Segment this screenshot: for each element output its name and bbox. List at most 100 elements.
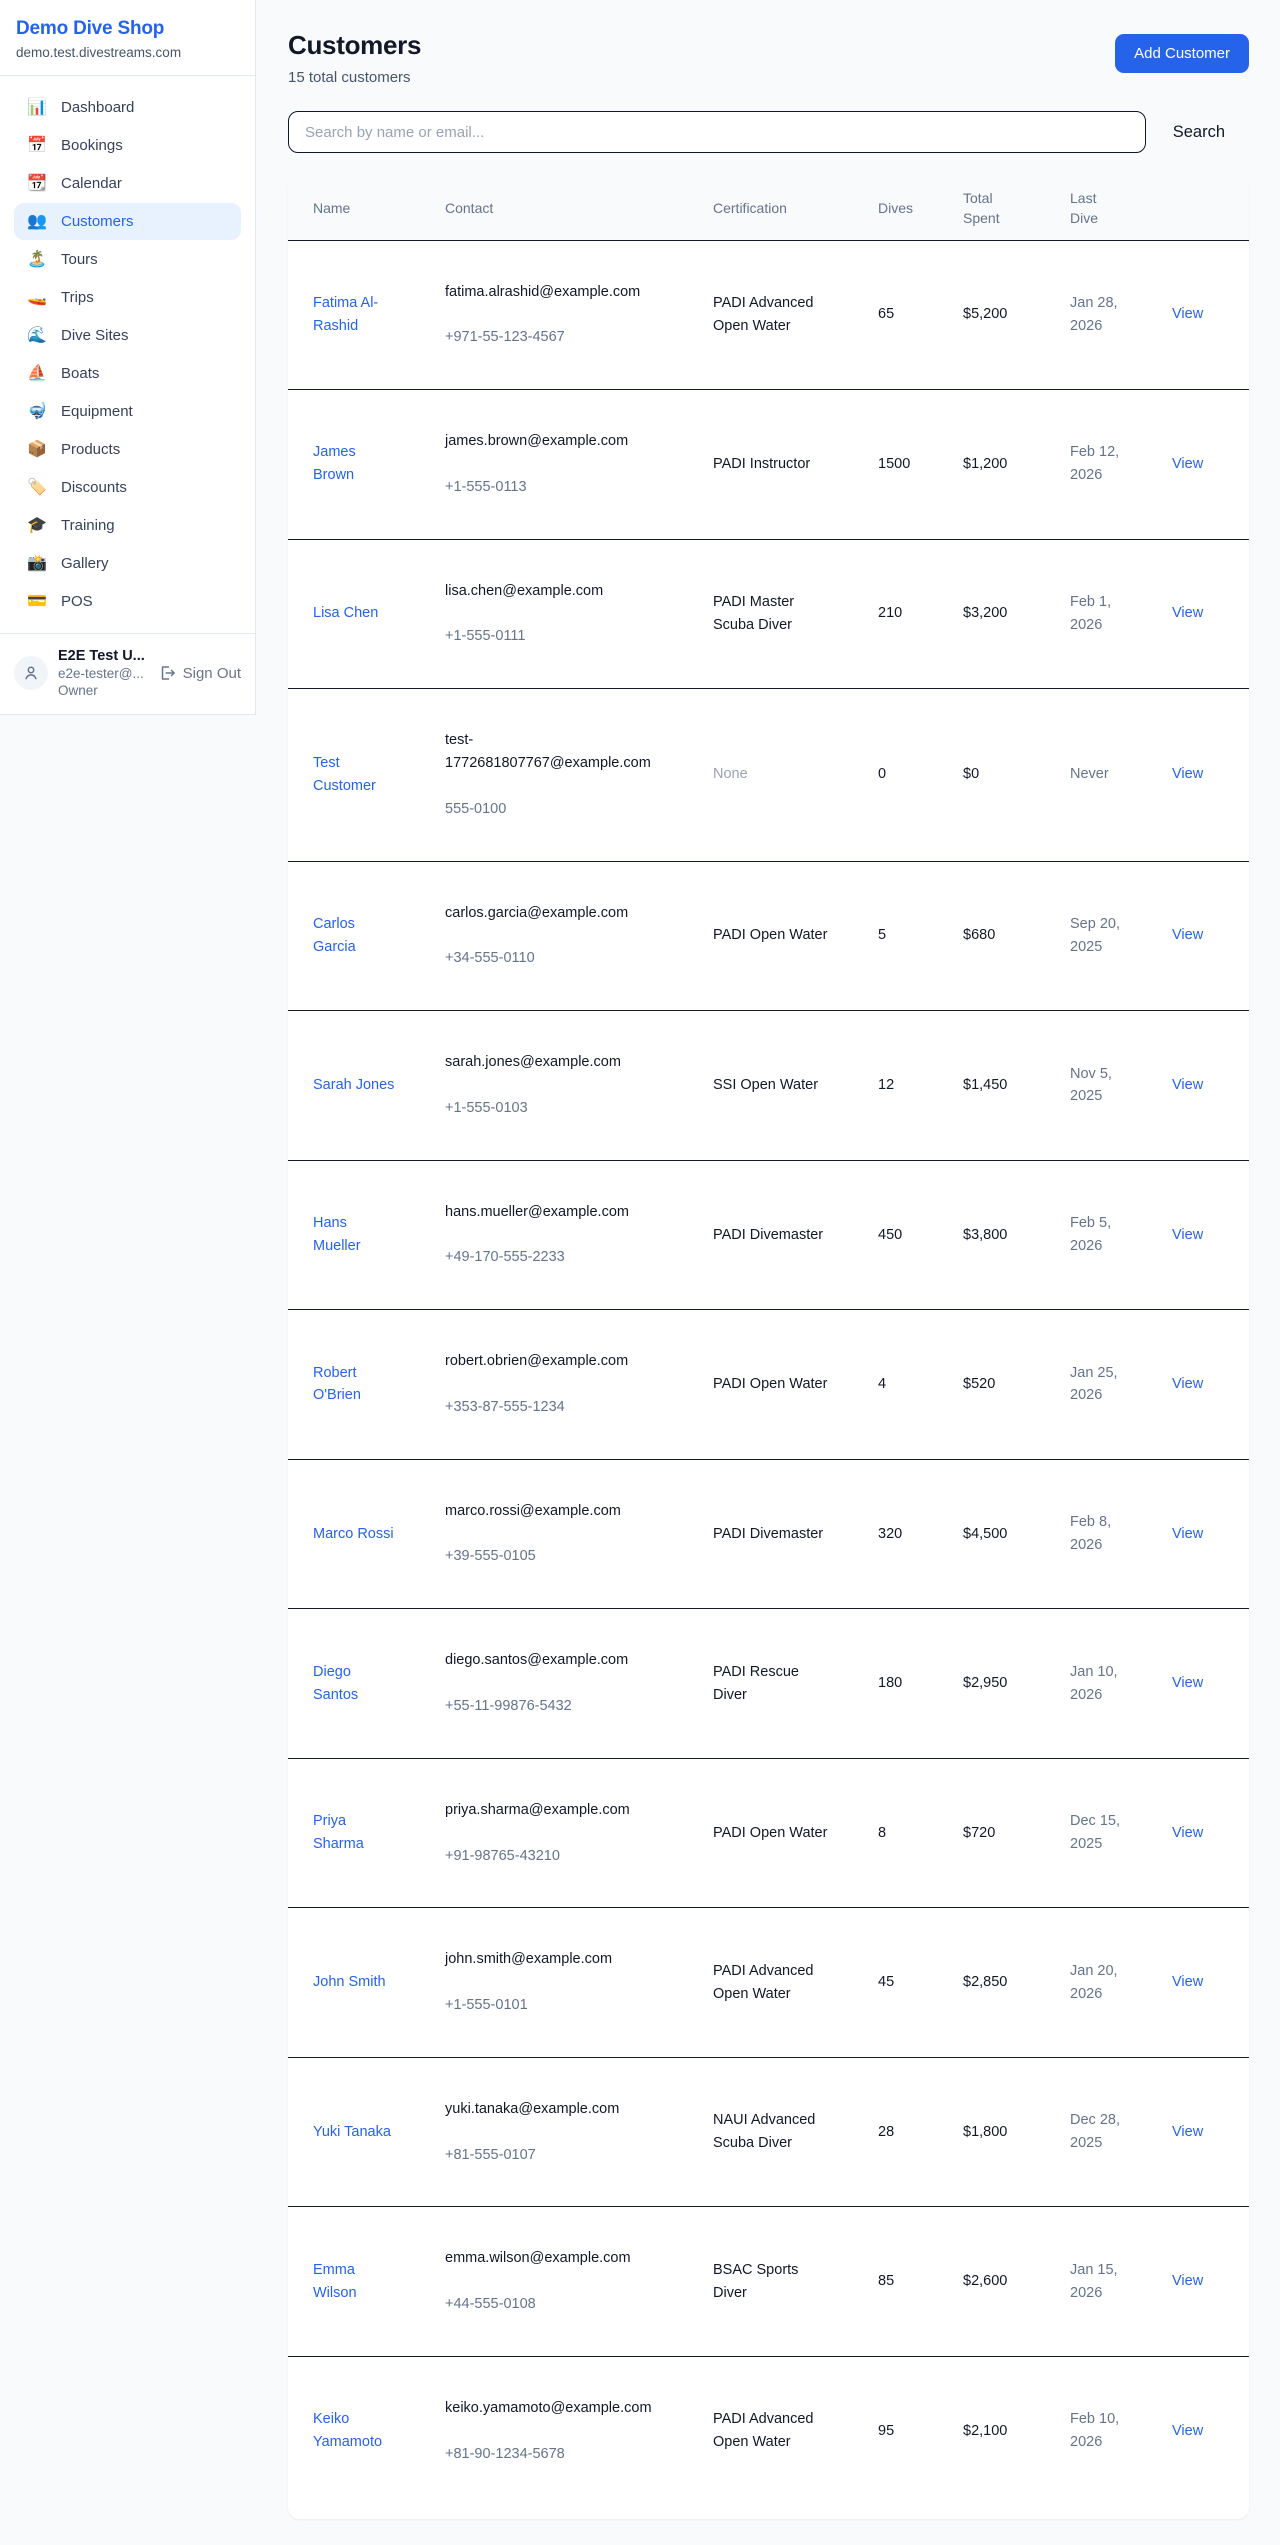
sidebar-item-trips[interactable]: 🚤 Trips (14, 279, 241, 316)
customer-phone: +353-87-555-1234 (445, 1396, 689, 1419)
sidebar-item-training[interactable]: 🎓 Training (14, 507, 241, 544)
table-row: Carlos Garcia carlos.garcia@example.com … (288, 861, 1249, 1011)
customer-name-link[interactable]: Diego Santos (313, 1664, 358, 1703)
customer-total-spent: $520 (951, 1310, 1058, 1460)
view-customer-link[interactable]: View (1172, 1974, 1203, 1990)
camera-icon: 📸 (26, 556, 48, 572)
customer-name-link[interactable]: Carlos Garcia (313, 916, 356, 955)
view-customer-link[interactable]: View (1172, 2423, 1203, 2439)
sidebar-item-products[interactable]: 📦 Products (14, 431, 241, 468)
sidebar-item-calendar[interactable]: 📆 Calendar (14, 165, 241, 202)
sidebar-item-dive-sites[interactable]: 🌊 Dive Sites (14, 317, 241, 354)
table-header-row: NameContactCertificationDivesTotal Spent… (288, 177, 1249, 240)
table-row: Fatima Al- Rashid fatima.alrashid@exampl… (288, 240, 1249, 390)
view-customer-link[interactable]: View (1172, 2124, 1203, 2140)
person-icon (22, 664, 40, 682)
table-row: Robert O'Brien robert.obrien@example.com… (288, 1310, 1249, 1460)
view-customer-link[interactable]: View (1172, 1077, 1203, 1093)
customer-last-dive: Jan 25, 2026 (1058, 1310, 1160, 1460)
customer-name-link[interactable]: Yuki Tanaka (313, 2124, 391, 2140)
customer-total-spent: $1,200 (951, 390, 1058, 540)
customer-last-dive: Dec 15, 2025 (1058, 1758, 1160, 1908)
customer-certification: PADI Open Water (701, 861, 866, 1011)
customer-phone: +91-98765-43210 (445, 1845, 689, 1868)
customer-last-dive: Dec 28, 2025 (1058, 2057, 1160, 2207)
view-customer-link[interactable]: View (1172, 1227, 1203, 1243)
sidebar-item-equipment[interactable]: 🤿 Equipment (14, 393, 241, 430)
view-customer-link[interactable]: View (1172, 1376, 1203, 1392)
view-customer-link[interactable]: View (1172, 927, 1203, 943)
view-customer-link[interactable]: View (1172, 306, 1203, 322)
sidebar-item-bookings[interactable]: 📅 Bookings (14, 127, 241, 164)
customer-name-link[interactable]: Robert O'Brien (313, 1365, 361, 1404)
view-customer-link[interactable]: View (1172, 1825, 1203, 1841)
sign-out-label: Sign Out (183, 665, 241, 682)
customer-name-link[interactable]: Hans Mueller (313, 1215, 361, 1254)
customer-certification: PADI Divemaster (701, 1459, 866, 1609)
customer-email: priya.sharma@example.com (445, 1799, 689, 1822)
customer-name-link[interactable]: Emma Wilson (313, 2262, 357, 2301)
customer-phone: 555-0100 (445, 798, 689, 821)
sidebar-item-dashboard[interactable]: 📊 Dashboard (14, 89, 241, 126)
customer-dives: 95 (866, 2356, 951, 2505)
page-title: Customers (288, 30, 421, 61)
customer-certification: PADI Advanced Open Water (701, 2356, 866, 2505)
search-button[interactable]: Search (1146, 123, 1249, 142)
view-customer-link[interactable]: View (1172, 456, 1203, 472)
customer-name-link[interactable]: Priya Sharma (313, 1813, 364, 1852)
customer-email: robert.obrien@example.com (445, 1350, 689, 1373)
customer-certification: PADI Divemaster (701, 1160, 866, 1310)
customer-certification: PADI Rescue Diver (701, 1609, 866, 1759)
sidebar-item-pos[interactable]: 💳 POS (14, 583, 241, 620)
avatar (14, 656, 48, 690)
sidebar-item-customers[interactable]: 👥 Customers (14, 203, 241, 240)
customer-name-link[interactable]: Marco Rossi (313, 1526, 394, 1542)
credit-card-icon: 💳 (26, 594, 48, 610)
view-customer-link[interactable]: View (1172, 766, 1203, 782)
customer-name-link[interactable]: James Brown (313, 444, 356, 483)
sidebar-item-tours[interactable]: 🏝️ Tours (14, 241, 241, 278)
view-customer-link[interactable]: View (1172, 1675, 1203, 1691)
customer-dives: 65 (866, 240, 951, 390)
island-icon: 🏝️ (26, 252, 48, 268)
table-row: Diego Santos diego.santos@example.com +5… (288, 1609, 1249, 1759)
view-customer-link[interactable]: View (1172, 605, 1203, 621)
customer-name-link[interactable]: Fatima Al- Rashid (313, 295, 378, 334)
customer-name-link[interactable]: Test Customer (313, 755, 376, 794)
customer-name-link[interactable]: John Smith (313, 1974, 386, 1990)
table-row: Keiko Yamamoto keiko.yamamoto@example.co… (288, 2356, 1249, 2505)
view-customer-link[interactable]: View (1172, 1526, 1203, 1542)
user-meta: E2E Test U... e2e-tester@... Owner (58, 648, 145, 698)
customer-phone: +971-55-123-4567 (445, 326, 689, 349)
sidebar-item-gallery[interactable]: 📸 Gallery (14, 545, 241, 582)
sidebar-item-discounts[interactable]: 🏷️ Discounts (14, 469, 241, 506)
customer-last-dive: Jan 10, 2026 (1058, 1609, 1160, 1759)
search-input[interactable] (288, 111, 1146, 153)
column-header: Contact (433, 177, 701, 240)
customer-email: james.brown@example.com (445, 430, 689, 453)
customer-email: yuki.tanaka@example.com (445, 2098, 689, 2121)
table-row: Priya Sharma priya.sharma@example.com +9… (288, 1758, 1249, 1908)
customer-total-spent: $680 (951, 861, 1058, 1011)
graduation-cap-icon: 🎓 (26, 518, 48, 534)
sidebar-item-boats[interactable]: ⛵ Boats (14, 355, 241, 392)
sidebar-nav: 📊 Dashboard 📅 Bookings 📆 Calendar 👥 Cust… (0, 76, 255, 633)
customer-certification: BSAC Sports Diver (701, 2207, 866, 2357)
customer-phone: +34-555-0110 (445, 947, 689, 970)
tag-icon: 🏷️ (26, 480, 48, 496)
customer-name-link[interactable]: Sarah Jones (313, 1077, 394, 1093)
customer-name-link[interactable]: Lisa Chen (313, 605, 378, 621)
user-panel: E2E Test U... e2e-tester@... Owner Sign … (0, 633, 255, 714)
sign-out-button[interactable]: Sign Out (158, 664, 241, 682)
add-customer-button[interactable]: Add Customer (1115, 34, 1249, 73)
customer-name-link[interactable]: Keiko Yamamoto (313, 2411, 382, 2450)
view-customer-link[interactable]: View (1172, 2273, 1203, 2289)
table-row: Test Customer test- 1772681807767@exampl… (288, 689, 1249, 861)
sailboat-icon: ⛵ (26, 366, 48, 382)
customer-certification: PADI Master Scuba Diver (701, 539, 866, 689)
customer-phone: +1-555-0111 (445, 625, 689, 648)
sidebar: Demo Dive Shop demo.test.divestreams.com… (0, 0, 256, 715)
customer-last-dive: Feb 8, 2026 (1058, 1459, 1160, 1609)
customer-dives: 320 (866, 1459, 951, 1609)
customer-email: john.smith@example.com (445, 1948, 689, 1971)
